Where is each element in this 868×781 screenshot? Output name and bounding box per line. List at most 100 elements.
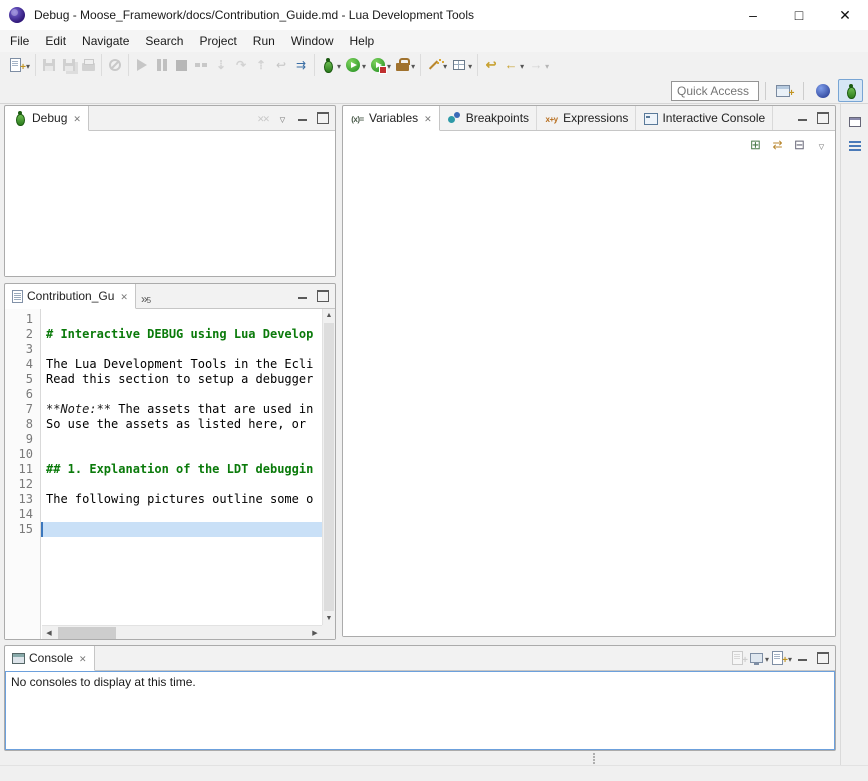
code-line[interactable] — [41, 507, 322, 522]
tab-contribution-guide[interactable]: Contribution_Gu — [5, 284, 136, 309]
back-button[interactable] — [501, 56, 526, 74]
back-dropdown-icon[interactable] — [519, 58, 524, 72]
minimize-window-button[interactable]: – — [730, 0, 776, 30]
external-tools-button[interactable] — [393, 56, 417, 74]
outline-view-button[interactable] — [844, 135, 866, 157]
use-step-filters-button[interactable] — [291, 56, 311, 74]
debug-tree[interactable] — [5, 131, 335, 276]
menu-run[interactable]: Run — [245, 30, 283, 52]
run-button[interactable] — [343, 56, 368, 74]
coverage-button[interactable] — [368, 56, 393, 74]
lua-perspective-button[interactable] — [810, 79, 835, 102]
code-line[interactable]: The Lua Development Tools in the Ecli — [41, 357, 322, 372]
new-table-button[interactable] — [449, 56, 474, 74]
menu-file[interactable]: File — [2, 30, 37, 52]
view-menu-button[interactable] — [273, 109, 292, 128]
current-code-line[interactable] — [41, 522, 322, 537]
scroll-left-icon[interactable]: ◀ — [42, 629, 56, 637]
code-line[interactable] — [41, 342, 322, 357]
close-tab-icon[interactable] — [77, 651, 87, 665]
vertical-scrollbar-thumb[interactable] — [324, 323, 334, 611]
code-line[interactable] — [41, 432, 322, 447]
code-line[interactable] — [41, 312, 322, 327]
show-logical-structure-button[interactable] — [768, 135, 787, 154]
code-line[interactable] — [41, 387, 322, 402]
close-tab-icon[interactable] — [71, 111, 81, 125]
debug-button[interactable] — [318, 56, 343, 74]
quick-access-box[interactable]: Quick Access — [671, 81, 759, 101]
open-task-button[interactable] — [424, 56, 449, 74]
restore-minimized-view-button[interactable] — [844, 111, 866, 133]
code-line[interactable] — [41, 477, 322, 492]
maximize-window-button[interactable]: □ — [776, 0, 822, 30]
display-selected-console-button[interactable] — [749, 649, 769, 668]
view-menu-button[interactable] — [812, 135, 831, 154]
tab-breakpoints[interactable]: Breakpoints — [440, 106, 537, 130]
editor-horizontal-scrollbar[interactable]: ◀ ▶ — [42, 625, 322, 639]
menu-window[interactable]: Window — [283, 30, 342, 52]
maximize-view-button[interactable] — [813, 649, 832, 668]
sash-grip-handle[interactable] — [593, 753, 595, 755]
maximize-view-button[interactable] — [313, 109, 332, 128]
minimize-view-button[interactable] — [293, 109, 312, 128]
show-type-names-button[interactable] — [746, 135, 765, 154]
tab-label: Variables — [369, 111, 418, 125]
code-line[interactable]: Read this section to setup a debugger — [41, 372, 322, 387]
minimize-view-button[interactable] — [293, 287, 312, 306]
debug-perspective-button[interactable] — [838, 79, 863, 102]
menu-navigate[interactable]: Navigate — [74, 30, 137, 52]
external-tools-dropdown-icon[interactable] — [410, 58, 415, 72]
scroll-right-icon[interactable]: ▶ — [308, 629, 322, 637]
tab-debug[interactable]: Debug — [5, 106, 89, 131]
forward-button — [526, 56, 551, 74]
close-tab-icon[interactable] — [118, 289, 128, 303]
menu-edit[interactable]: Edit — [37, 30, 74, 52]
forward-dropdown-icon[interactable] — [544, 58, 549, 72]
console-output[interactable]: No consoles to display at this time. — [5, 671, 835, 750]
editor-vertical-scrollbar[interactable]: ▲ ▼ — [322, 309, 335, 625]
variables-table[interactable] — [343, 131, 835, 636]
close-tab-icon[interactable] — [422, 111, 432, 125]
minimize-view-button[interactable] — [793, 649, 812, 668]
scroll-up-icon[interactable]: ▲ — [323, 309, 335, 322]
step-into-icon — [213, 57, 229, 73]
scroll-down-icon[interactable]: ▼ — [323, 612, 335, 625]
line-number-gutter: 123456789101112131415 — [5, 309, 41, 639]
restore-view-icon — [849, 117, 861, 127]
tab-expressions[interactable]: Expressions — [537, 106, 636, 130]
open-perspective-button[interactable] — [772, 79, 797, 102]
tab-variables[interactable]: Variables — [343, 106, 440, 131]
code-line[interactable]: ## 1. Explanation of the LDT debuggin — [41, 462, 322, 477]
terminate-icon — [176, 60, 187, 71]
menu-project[interactable]: Project — [191, 30, 244, 52]
tab-interactive-console[interactable]: Interactive Console — [636, 106, 773, 130]
run-dropdown-icon[interactable] — [361, 58, 366, 72]
tab-console[interactable]: Console — [5, 646, 95, 671]
maximize-view-button[interactable] — [813, 109, 832, 128]
new-wizard-button[interactable] — [6, 56, 32, 74]
view-menu-icon — [280, 111, 285, 125]
new-table-dropdown-icon[interactable] — [467, 58, 472, 72]
code-line[interactable]: So use the assets as listed here, or — [41, 417, 322, 432]
menu-search[interactable]: Search — [137, 30, 191, 52]
close-window-button[interactable]: ✕ — [822, 0, 868, 30]
editor-tab-overflow[interactable]: » 5 — [136, 284, 156, 308]
menu-help[interactable]: Help — [342, 30, 383, 52]
code-line[interactable]: **Note:** The assets that are used in — [41, 402, 322, 417]
open-console-button[interactable] — [770, 649, 792, 668]
collapse-all-button[interactable] — [790, 135, 809, 154]
editor-text-area[interactable]: # Interactive DEBUG using Lua Develop Th… — [41, 309, 322, 625]
maximize-view-button[interactable] — [313, 287, 332, 306]
open-task-dropdown-icon[interactable] — [442, 58, 447, 72]
debug-dropdown-icon[interactable] — [336, 58, 341, 72]
line-number: 15 — [5, 522, 40, 537]
code-line[interactable] — [41, 447, 322, 462]
code-line[interactable]: # Interactive DEBUG using Lua Develop — [41, 327, 322, 342]
last-edit-location-button[interactable] — [481, 56, 501, 74]
code-line[interactable]: The following pictures outline some o — [41, 492, 322, 507]
horizontal-scrollbar-thumb[interactable] — [58, 627, 116, 639]
minimize-view-button[interactable] — [793, 109, 812, 128]
display-console-dropdown-icon[interactable] — [764, 651, 769, 665]
toolbar-group — [421, 54, 478, 76]
minimize-icon — [798, 115, 807, 121]
